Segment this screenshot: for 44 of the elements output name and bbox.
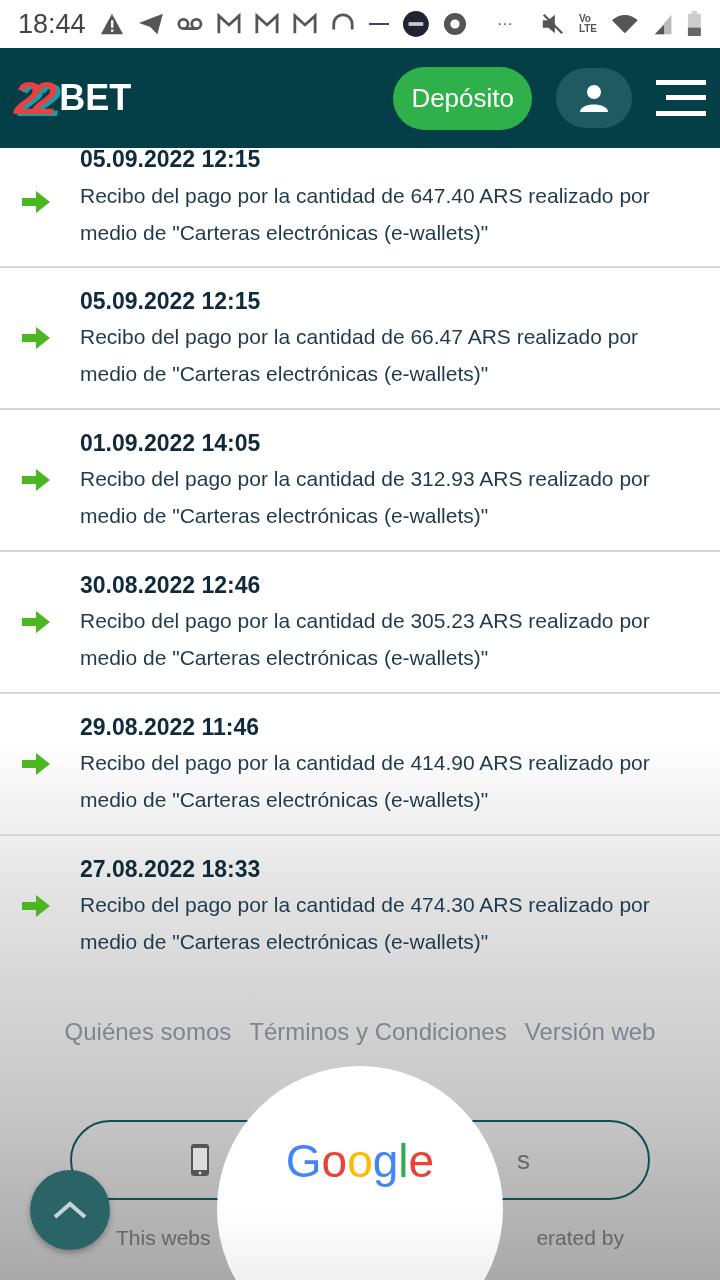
chevron-up-icon	[52, 1200, 88, 1220]
footer-link[interactable]: Quiénes somos	[64, 1014, 232, 1050]
arrow-right-icon	[22, 752, 50, 776]
arrow-right-icon	[22, 610, 50, 634]
menu-button[interactable]	[656, 80, 706, 116]
mute-icon	[540, 11, 565, 37]
arrow-right-icon	[22, 894, 50, 918]
transaction-description: Recibo del pago por la cantidad de 474.30 ARS realizado por medio de "Carteras electrónicas (e-wallets)"	[80, 892, 651, 956]
warning-icon	[99, 12, 124, 36]
transaction-date: 05.09.2022 12:15	[80, 286, 262, 316]
paper-plane-icon	[137, 12, 164, 36]
time-text: 18:44	[18, 7, 86, 41]
arrow-right-icon	[22, 326, 50, 350]
transaction-date: 29.08.2022 11:46	[80, 712, 261, 742]
wifi-icon	[611, 12, 639, 36]
transaction-description: Recibo del pago por la cantidad de 414.90 ARS realizado por medio de "Carteras electrónicas (e-wallets)"	[80, 750, 651, 814]
user-icon	[580, 84, 608, 112]
transaction-date: 01.09.2022 14:05	[80, 428, 262, 458]
footer-link[interactable]: Versión web	[524, 1014, 656, 1050]
battery-icon	[687, 10, 702, 38]
menu-icon	[656, 80, 706, 116]
mail-icon	[217, 13, 242, 35]
more-text: ···	[496, 14, 513, 34]
app-button-label: s	[517, 1143, 530, 1177]
arrow-right-icon	[22, 190, 50, 214]
arrow-right-icon	[22, 468, 50, 492]
network-type-text: Vo LTE	[578, 14, 598, 34]
footer-link[interactable]: Términos y Condiciones	[249, 1014, 507, 1050]
mail-icon	[293, 13, 317, 35]
transaction-description: Recibo del pago por la cantidad de 66.47 ARS realizado por medio de "Carteras electrónicas (e-wallets)"	[80, 324, 640, 388]
google-logo: Google	[285, 1138, 435, 1186]
notice-text: This webs	[116, 1225, 211, 1251]
transaction-date: 27.08.2022 18:33	[80, 854, 262, 884]
transaction-description: Recibo del pago por la cantidad de 647.40 ARS realizado por medio de "Carteras electrónicas (e-wallets)"	[80, 182, 651, 246]
deposit-button[interactable]: Depósito	[393, 66, 532, 130]
transaction-date: 05.09.2022 12:15	[80, 145, 262, 174]
transaction-description: Recibo del pago por la cantidad de 305.23 ARS realizado por medio de "Carteras electrónicas (e-wallets)"	[80, 608, 651, 672]
mail-icon	[255, 13, 280, 35]
scroll-up-button[interactable]	[30, 1170, 110, 1250]
phone-icon	[190, 1143, 210, 1177]
voicemail-icon	[177, 16, 204, 32]
transaction-description: Recibo del pago por la cantidad de 312.93 ARS realizado por medio de "Carteras electrónicas (e-wallets)"	[80, 466, 651, 530]
transaction-date: 30.08.2022 12:46	[80, 570, 262, 600]
notice-text: erated by	[536, 1225, 624, 1251]
